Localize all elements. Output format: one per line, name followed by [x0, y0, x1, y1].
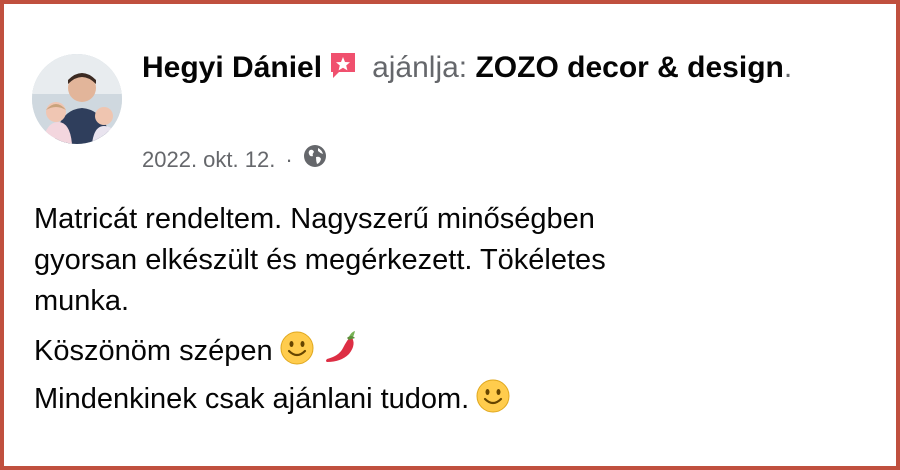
post-meta: 2022. okt. 12. · [142, 144, 327, 175]
chili-pepper-emoji-icon [321, 328, 361, 378]
thanks-paragraph: Köszönöm szépen Mindenkinek csak ajánlan… [34, 328, 874, 426]
thanks-line: Köszönöm szépen [34, 328, 874, 378]
smiley-emoji-icon [279, 330, 315, 378]
closing-text: Mindenkinek csak ajánlani tudom. [34, 383, 470, 415]
page-name-link[interactable]: ZOZO decor & design [475, 51, 783, 84]
post-header: Hegyi Dániel ajánlja: ZOZO decor & design… [142, 46, 842, 93]
globe-icon[interactable] [303, 144, 327, 175]
review-line: gyorsan elkészült és megérkezett. Tökéle… [34, 244, 606, 276]
avatar-photo [32, 54, 122, 144]
review-line: munka. [34, 285, 130, 317]
review-paragraph: Matricát rendeltem. Nagyszerű minőségben… [34, 199, 874, 322]
smiley-emoji-icon [475, 378, 511, 426]
author-name[interactable]: Hegyi Dániel [142, 51, 322, 84]
post-date[interactable]: 2022. okt. 12. [142, 146, 275, 174]
end-punctuation: . [783, 51, 793, 84]
avatar[interactable] [32, 54, 122, 144]
closing-line: Mindenkinek csak ajánlani tudom. [34, 378, 874, 426]
recommends-label: ajánlja: [372, 51, 468, 84]
review-card: Hegyi Dániel ajánlja: ZOZO decor & design… [0, 0, 900, 470]
review-line: Matricát rendeltem. Nagyszerű minőségben [34, 203, 595, 235]
review-text: Matricát rendeltem. Nagyszerű minőségben… [34, 199, 874, 432]
meta-separator: · [285, 146, 293, 172]
thanks-text: Köszönöm szépen [34, 335, 273, 367]
recommendation-badge-icon [328, 49, 358, 93]
